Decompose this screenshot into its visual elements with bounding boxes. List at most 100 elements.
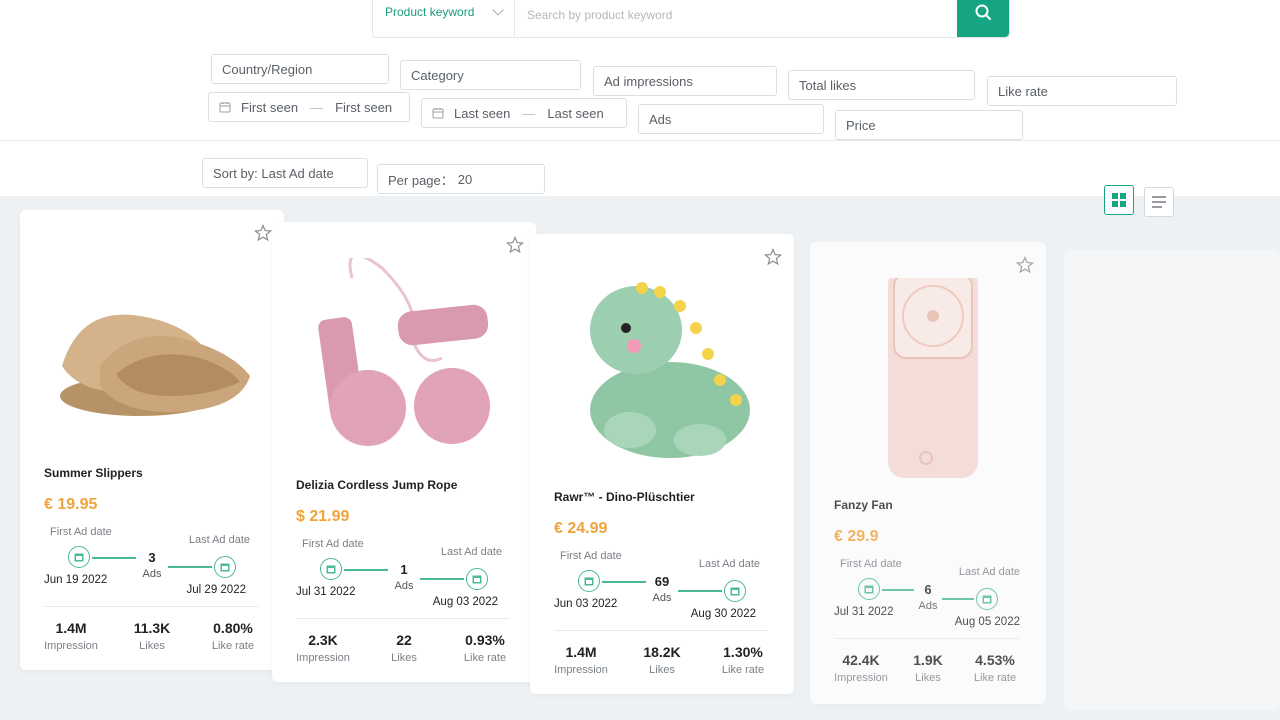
impression-stat: 2.3K Impression [288, 632, 358, 664]
range-separator: — [522, 105, 536, 121]
timeline-line [678, 590, 722, 592]
likes-stat: 11.3K Likes [117, 620, 187, 652]
category-filter[interactable]: Category [400, 60, 581, 90]
impression-stat: 42.4K Impression [826, 652, 896, 684]
ad-impressions-label: Ad impressions [604, 73, 693, 89]
like-rate-label: Like rate [463, 652, 507, 664]
product-price: $ 21.99 [296, 508, 350, 525]
impression-stat: 1.4M Impression [36, 620, 106, 652]
first-ad-date-label: First Ad date [840, 558, 902, 570]
first-seen-end: First seen [335, 99, 393, 115]
product-name[interactable]: Fanzy Fan [834, 498, 893, 512]
likes-stat: 22 Likes [369, 632, 439, 664]
impression-value: 1.4M [565, 644, 597, 660]
impression-value: 1.4M [55, 620, 87, 636]
price-filter[interactable]: Price [835, 110, 1023, 140]
first-ad-date-label: First Ad date [560, 550, 622, 562]
star-icon[interactable] [764, 248, 782, 266]
like-rate-stat: 4.53% Like rate [960, 652, 1030, 684]
product-name[interactable]: Rawr™ - Dino-Plüschtier [554, 490, 695, 504]
total-likes-filter[interactable]: Total likes [788, 70, 975, 100]
first-seen-range[interactable]: First seen — First seen [208, 92, 410, 122]
price-filter-label: Price [846, 117, 876, 133]
ads-filter[interactable]: Ads [638, 104, 824, 134]
like-rate-value: 4.53% [975, 652, 1015, 668]
card-divider [296, 618, 510, 619]
sort-label: Sort by: Last Ad date [213, 165, 334, 181]
ads-count: 3 [148, 550, 156, 565]
grid-view-button[interactable] [1104, 185, 1134, 215]
card-divider [554, 630, 768, 631]
likes-value: 22 [396, 632, 412, 648]
last-ad-date: Aug 30 2022 [690, 608, 756, 620]
ads-filter-label: Ads [649, 111, 672, 127]
likes-value: 1.9K [913, 652, 943, 668]
like-rate-value: 0.93% [465, 632, 505, 648]
star-icon[interactable] [1016, 256, 1034, 274]
product-image-slippers [60, 314, 250, 416]
filter-panel: Country/Region Category Ad impressions T… [0, 0, 1280, 140]
last-ad-date-label: Last Ad date [440, 546, 502, 558]
product-price: € 24.99 [554, 520, 608, 537]
card-divider [834, 638, 1020, 639]
product-image-fan [888, 278, 978, 478]
likes-label: Likes [915, 672, 941, 684]
impression-label: Impression [554, 664, 608, 676]
like-rate-stat: 0.93% Like rate [450, 632, 520, 664]
like-rate-label: Like rate [211, 640, 255, 652]
sort-select[interactable]: Sort by: Last Ad date [202, 158, 368, 188]
impression-stat: 1.4M Impression [546, 644, 616, 676]
card-divider [44, 606, 258, 607]
category-filter-label: Category [411, 67, 464, 83]
impression-label: Impression [44, 640, 98, 652]
impression-label: Impression [296, 652, 350, 664]
like-rate-value: 1.30% [723, 644, 763, 660]
first-ad-date-label: First Ad date [50, 526, 112, 538]
star-icon[interactable] [254, 224, 272, 242]
last-seen-range[interactable]: Last seen — Last seen [421, 98, 627, 128]
last-ad-date-label: Last Ad date [958, 566, 1020, 578]
calendar-icon [466, 568, 488, 590]
likes-label: Likes [139, 640, 165, 652]
grid-view-icon [1112, 193, 1126, 207]
product-card[interactable]: Fanzy Fan € 29.9 First Ad date Last Ad d… [810, 242, 1046, 704]
timeline-line [168, 566, 212, 568]
last-ad-date: Aug 03 2022 [432, 596, 498, 608]
star-icon[interactable] [506, 236, 524, 254]
first-ad-date: Jun 03 2022 [554, 598, 618, 610]
country-filter[interactable]: Country/Region [211, 54, 389, 84]
list-view-button[interactable] [1144, 187, 1174, 217]
calendar-icon [432, 108, 444, 119]
product-card-placeholder [1064, 250, 1280, 710]
likes-label: Likes [649, 664, 675, 676]
per-page-value: 20 [457, 171, 473, 187]
range-separator: — [310, 99, 324, 115]
calendar-icon [219, 102, 231, 113]
product-name[interactable]: Delizia Cordless Jump Rope [296, 478, 457, 492]
last-seen-end: Last seen [547, 105, 604, 121]
product-image-jump-rope [318, 258, 490, 446]
product-card[interactable]: Rawr™ - Dino-Plüschtier € 24.99 First Ad… [530, 234, 794, 694]
likes-label: Likes [391, 652, 417, 664]
like-rate-label: Like rate [973, 672, 1017, 684]
product-card[interactable]: Summer Slippers € 19.95 First Ad date La… [20, 210, 284, 670]
last-ad-date: Jul 29 2022 [186, 584, 246, 596]
like-rate-value: 0.80% [213, 620, 253, 636]
impression-value: 2.3K [308, 632, 338, 648]
product-card[interactable]: Delizia Cordless Jump Rope $ 21.99 First… [272, 222, 536, 682]
likes-value: 18.2K [643, 644, 681, 660]
ad-impressions-filter[interactable]: Ad impressions [593, 66, 777, 96]
country-filter-label: Country/Region [222, 61, 313, 77]
ads-count: 1 [400, 562, 408, 577]
last-ad-date-label: Last Ad date [188, 534, 250, 546]
likes-value: 11.3K [133, 620, 171, 636]
ads-count: 69 [654, 574, 670, 589]
calendar-icon [724, 580, 746, 602]
product-image-dino [590, 282, 750, 458]
product-name[interactable]: Summer Slippers [44, 466, 143, 480]
list-view-icon [1152, 196, 1166, 208]
like-rate-filter[interactable]: Like rate [987, 76, 1177, 106]
product-price: € 19.95 [44, 496, 98, 513]
first-ad-date: Jun 19 2022 [44, 574, 108, 586]
per-page-select[interactable]: Per page： 20 [377, 164, 545, 194]
